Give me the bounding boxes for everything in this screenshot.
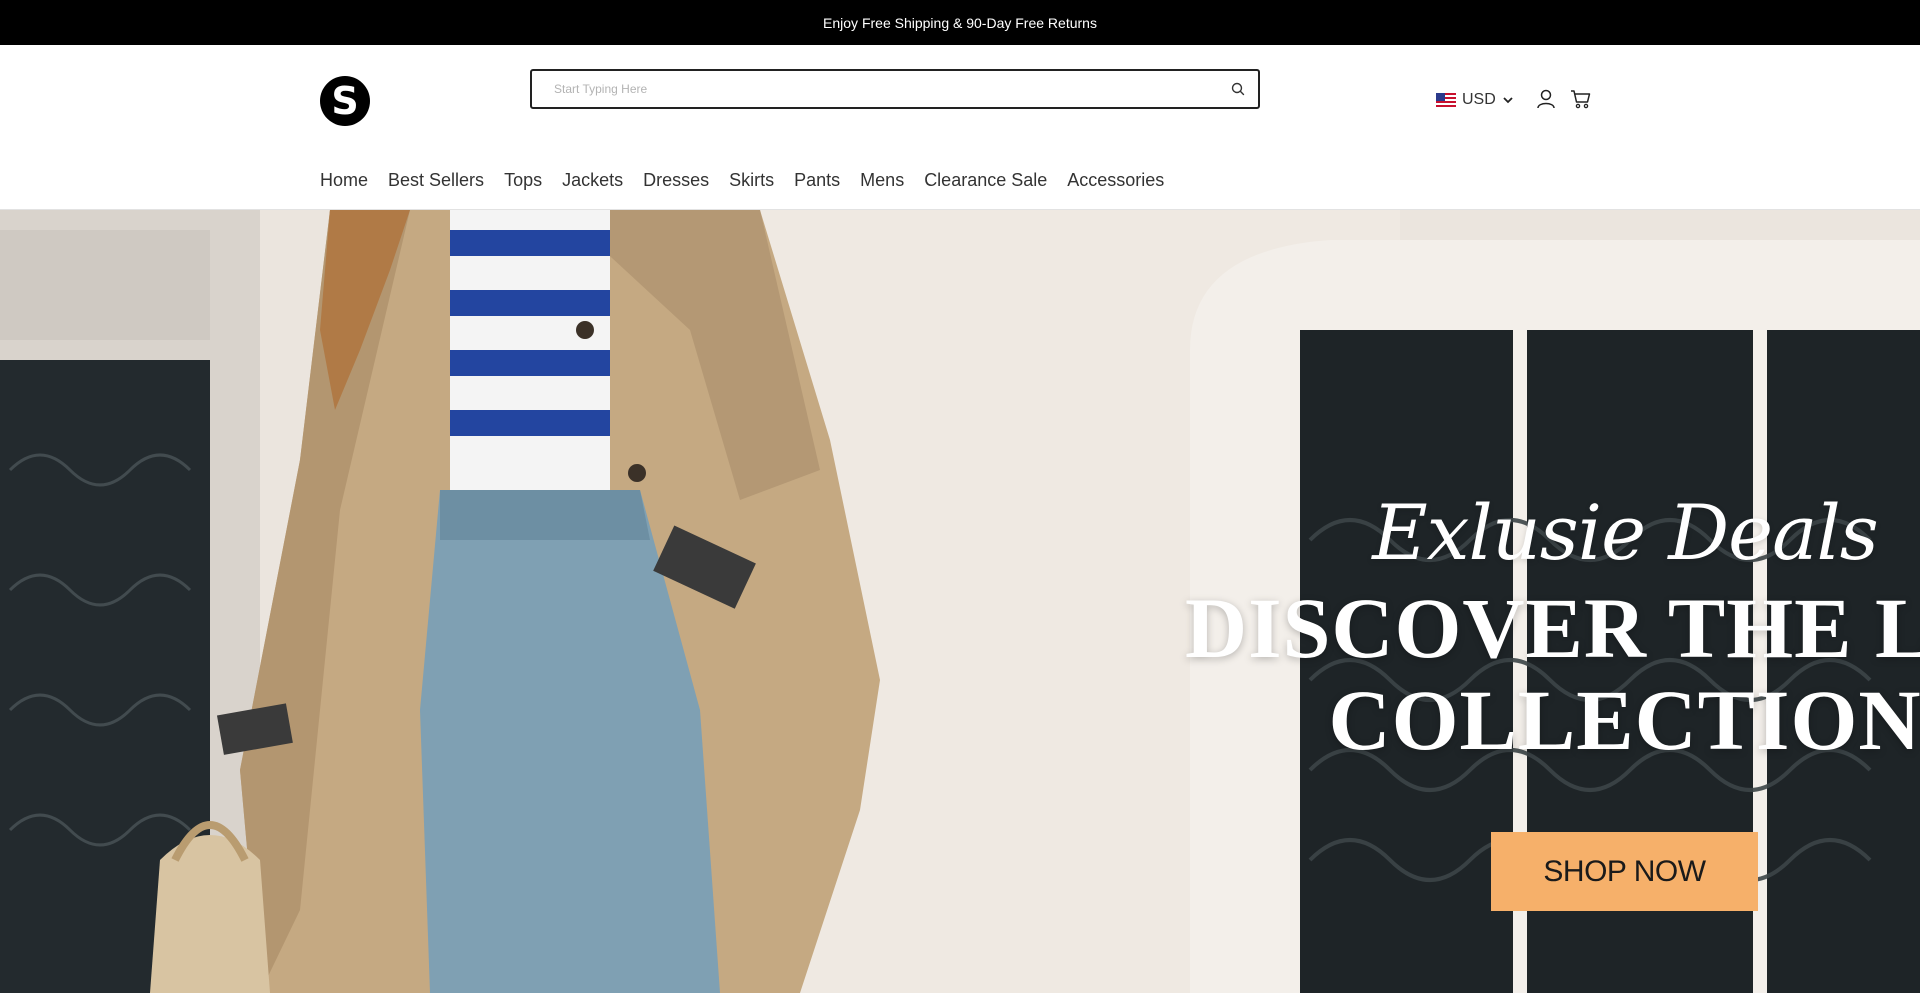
main-nav: Home Best Sellers Tops Jackets Dresses S… xyxy=(320,170,1164,191)
hero-script-title: Exlusie Deals xyxy=(1372,488,1879,577)
cart-icon[interactable] xyxy=(1570,88,1592,110)
nav-item-accessories[interactable]: Accessories xyxy=(1067,170,1164,191)
nav-item-clearance-sale[interactable]: Clearance Sale xyxy=(924,170,1047,191)
currency-selector[interactable]: USD xyxy=(1436,90,1514,110)
nav-item-pants[interactable]: Pants xyxy=(794,170,840,191)
us-flag-icon xyxy=(1436,93,1456,107)
chevron-down-icon xyxy=(1503,97,1513,104)
nav-item-home[interactable]: Home xyxy=(320,170,368,191)
nav-item-best-sellers[interactable]: Best Sellers xyxy=(388,170,484,191)
nav-item-dresses[interactable]: Dresses xyxy=(643,170,709,191)
site-header: S USD Home Best Sellers Top xyxy=(0,45,1920,210)
announcement-bar: Enjoy Free Shipping & 90-Day Free Return… xyxy=(0,0,1920,45)
search-bar xyxy=(530,69,1260,109)
logo-letter: S xyxy=(331,79,359,123)
currency-code: USD xyxy=(1462,91,1496,108)
search-icon[interactable] xyxy=(1230,81,1246,97)
nav-item-skirts[interactable]: Skirts xyxy=(729,170,774,191)
logo[interactable]: S xyxy=(320,76,370,126)
nav-item-tops[interactable]: Tops xyxy=(504,170,542,191)
hero-headline-line1: DISCOVER THE LAT xyxy=(1185,580,1920,676)
nav-item-jackets[interactable]: Jackets xyxy=(562,170,623,191)
hero-headline-line2: COLLECTION xyxy=(1328,672,1920,768)
nav-item-mens[interactable]: Mens xyxy=(860,170,904,191)
search-input[interactable] xyxy=(532,71,1212,107)
shop-now-button[interactable]: SHOP NOW xyxy=(1491,832,1758,911)
announcement-text: Enjoy Free Shipping & 90-Day Free Return… xyxy=(823,14,1097,31)
user-icon[interactable] xyxy=(1535,88,1557,110)
hero-banner: Exlusie Deals DISCOVER THE LAT COLLECTIO… xyxy=(0,210,1920,993)
